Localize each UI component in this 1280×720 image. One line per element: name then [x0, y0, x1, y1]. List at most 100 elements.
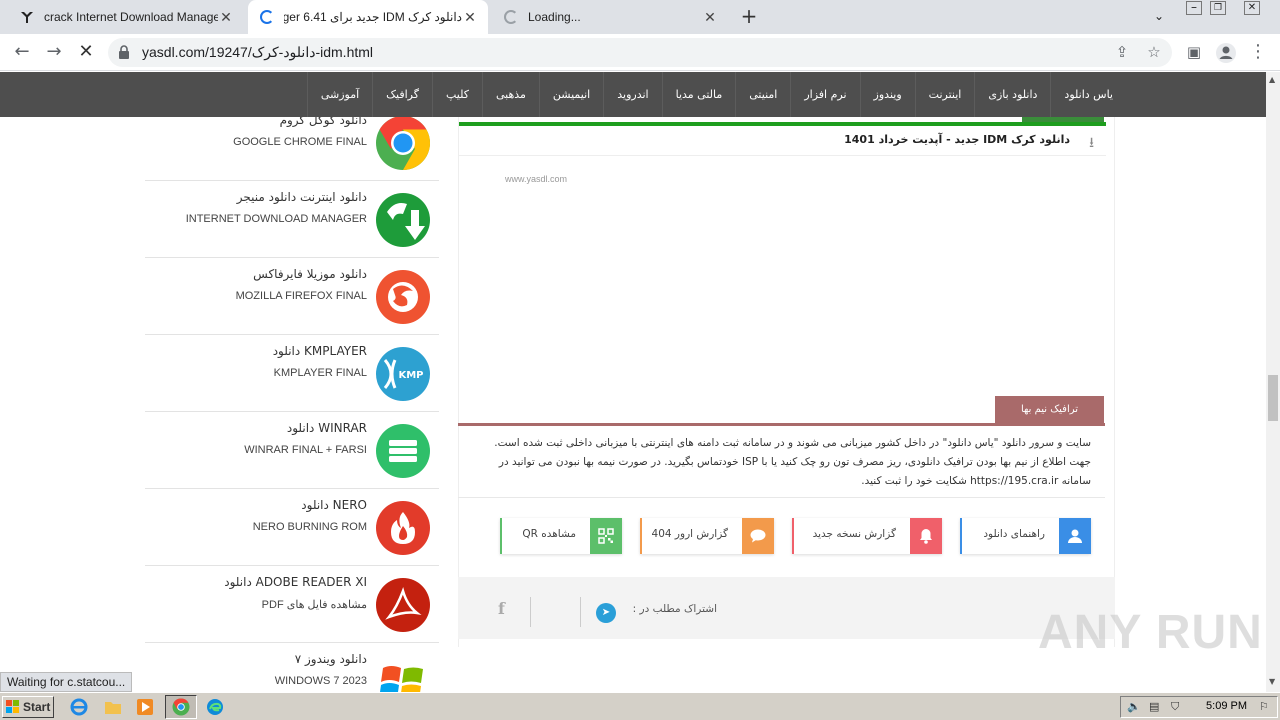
- profile-avatar-icon[interactable]: [1214, 41, 1238, 65]
- stop-loading-icon[interactable]: ✕: [74, 41, 98, 65]
- tab-crack-idm[interactable]: crack Internet Download Manager | ... ✕: [8, 0, 244, 34]
- loading-status-text: Waiting for c.statcou...: [0, 672, 133, 692]
- forward-arrow-icon[interactable]: →: [42, 41, 66, 65]
- nero-icon: [376, 501, 430, 555]
- nav-item-home[interactable]: یاس دانلود: [1050, 72, 1126, 117]
- close-tab-icon[interactable]: ✕: [218, 9, 234, 26]
- nav-item-android[interactable]: اندروید: [603, 72, 661, 117]
- action-label: گزارش نسخه جدید: [812, 528, 896, 540]
- internet-explorer-icon[interactable]: [68, 697, 90, 717]
- tab-title: Loading...: [528, 10, 581, 24]
- url-text: yasdl.com/19247/دانلود-کرک-idm.html: [142, 44, 374, 60]
- edge-icon[interactable]: [204, 697, 226, 717]
- nav-item-clips[interactable]: کلیپ: [431, 72, 482, 117]
- nav-item-graphics[interactable]: گرافیک: [372, 72, 432, 117]
- system-tray: 🔈 ▤ ⛉ 5:09 PM ⚐: [1120, 696, 1278, 718]
- volume-icon[interactable]: 🔈: [1127, 700, 1141, 713]
- sidebar-item-subtitle: KMPLAYER FINAL: [273, 367, 367, 379]
- action-center-flag-icon[interactable]: ⚐: [1259, 700, 1269, 713]
- side-panel-icon[interactable]: ▣: [1182, 41, 1206, 65]
- sidebar-item-firefox[interactable]: دانلود موزیلا فایرفاکس MOZILLA FIREFOX F…: [145, 258, 439, 335]
- close-tab-icon[interactable]: ✕: [462, 9, 478, 26]
- page-scrollbar[interactable]: ▲ ▼: [1266, 72, 1280, 692]
- report-404-button[interactable]: گزارش ارور 404: [640, 518, 774, 554]
- menu-kebab-icon[interactable]: ⋮: [1246, 41, 1270, 65]
- action-label: گزارش ارور 404: [651, 528, 728, 540]
- new-tab-button[interactable]: +: [738, 6, 760, 28]
- share-separator: [530, 597, 531, 627]
- user-icon: [1059, 518, 1091, 554]
- sidebar-item-subtitle: MOZILLA FIREFOX FINAL: [235, 290, 367, 302]
- share-bar: اشتراک مطلب در : ➤ f: [458, 577, 1115, 639]
- download-link-row[interactable]: ⭳ دانلود کرک IDM جدید - آپدیت خرداد 1401: [459, 126, 1106, 156]
- download-icon: ⭳: [1089, 135, 1094, 151]
- windows-taskbar: Start 🔈 ▤ ⛉ 5:09 PM ⚐: [0, 692, 1280, 720]
- view-qr-button[interactable]: مشاهده QR: [500, 518, 622, 554]
- facebook-icon[interactable]: f: [498, 599, 505, 618]
- media-player-icon[interactable]: [134, 697, 156, 717]
- chrome-icon: [376, 115, 431, 170]
- close-window-button[interactable]: ✕: [1244, 1, 1260, 15]
- web-page: دانلود گوگل کروم GOOGLE CHROME FINAL دان…: [0, 72, 1266, 692]
- sidebar-item-subtitle: WINRAR FINAL + FARSI: [244, 444, 367, 456]
- share-icon[interactable]: ⇪: [1112, 43, 1132, 63]
- nav-item-animation[interactable]: انیمیشن: [538, 72, 603, 117]
- traffic-info-text: سایت و سرور دانلود "یاس دانلود" در داخل …: [458, 426, 1105, 498]
- minimize-window-button[interactable]: –: [1186, 1, 1202, 15]
- tab-title: دانلود کرک IDM جدید برای nager 6.41: [284, 10, 462, 24]
- back-arrow-icon[interactable]: ←: [10, 41, 34, 65]
- kmplayer-icon: KMP: [376, 347, 430, 401]
- qr-icon: [590, 518, 622, 554]
- start-button[interactable]: Start: [2, 696, 54, 718]
- bookmark-star-icon[interactable]: ☆: [1144, 43, 1164, 63]
- nav-item-security[interactable]: امنیتی: [735, 72, 790, 117]
- nav-item-religious[interactable]: مذهبی: [481, 72, 539, 117]
- traffic-section-tab: ترافیک نیم بها: [995, 396, 1104, 424]
- loading-spinner-icon: [502, 8, 520, 26]
- start-label: Start: [23, 700, 51, 714]
- sidebar-item-title: دانلود ویندوز ۷: [294, 652, 367, 666]
- share-label: اشتراک مطلب در :: [632, 603, 717, 615]
- sidebar-item-subtitle: WINDOWS 7 2023: [274, 675, 367, 687]
- close-tab-icon[interactable]: ✕: [702, 9, 718, 26]
- sidebar-popular-list: دانلود گوگل کروم GOOGLE CHROME FINAL دان…: [145, 104, 439, 692]
- security-shield-icon[interactable]: ⛉: [1171, 700, 1179, 714]
- tab-idm-download[interactable]: دانلود کرک IDM جدید برای nager 6.41 ✕: [248, 0, 488, 34]
- sidebar-item-title: NERO دانلود: [301, 498, 367, 512]
- sidebar-item-nero[interactable]: NERO دانلود NERO BURNING ROM: [145, 489, 439, 566]
- sidebar-item-winrar[interactable]: WINRAR دانلود WINRAR FINAL + FARSI: [145, 412, 439, 489]
- download-link-text[interactable]: دانلود کرک IDM جدید - آپدیت خرداد 1401: [844, 133, 1070, 146]
- action-label: راهنمای دانلود: [983, 528, 1045, 540]
- sidebar-item-adobe-reader[interactable]: ADOBE READER XI دانلود مشاهده فایل های P…: [145, 566, 439, 643]
- tab-loading[interactable]: Loading... ✕: [492, 0, 728, 34]
- nav-item-software[interactable]: نرم افزار: [790, 72, 859, 117]
- address-bar[interactable]: yasdl.com/19247/دانلود-کرک-idm.html ⇪ ☆: [108, 38, 1172, 67]
- windows-flag-icon: [6, 700, 19, 713]
- report-new-version-button[interactable]: گزارش نسخه جدید: [792, 518, 942, 554]
- scroll-up-arrow-icon[interactable]: ▲: [1269, 75, 1275, 84]
- tab-search-icon[interactable]: ⌄: [1154, 9, 1164, 27]
- file-explorer-icon[interactable]: [102, 697, 124, 717]
- share-separator: [580, 597, 581, 627]
- restore-window-button[interactable]: ❐: [1210, 1, 1226, 15]
- sidebar-item-idm[interactable]: دانلود اینترنت دانلود منیجر INTERNET DOW…: [145, 181, 439, 258]
- sidebar-item-kmplayer[interactable]: KMP KMPLAYER دانلود KMPLAYER FINAL: [145, 335, 439, 412]
- telegram-icon[interactable]: ➤: [596, 603, 616, 623]
- nav-item-games[interactable]: دانلود بازی: [974, 72, 1050, 117]
- network-icon[interactable]: ▤: [1149, 700, 1159, 713]
- download-guide-button[interactable]: راهنمای دانلود: [960, 518, 1091, 554]
- lock-icon: [119, 45, 129, 59]
- scroll-down-arrow-icon[interactable]: ▼: [1269, 677, 1275, 686]
- nav-item-tutorials[interactable]: آموزشی: [306, 72, 372, 117]
- nav-item-windows[interactable]: ویندوز: [859, 72, 915, 117]
- sidebar-item-title: KMPLAYER دانلود: [272, 344, 367, 358]
- scrollbar-thumb[interactable]: [1268, 375, 1278, 421]
- nav-item-internet[interactable]: اینترنت: [914, 72, 975, 117]
- svg-text:KMP: KMP: [398, 370, 423, 381]
- windows-icon: [380, 666, 423, 692]
- nav-item-multimedia[interactable]: مالتی مدیا: [661, 72, 736, 117]
- sidebar-item-windows-7[interactable]: دانلود ویندوز ۷ WINDOWS 7 2023: [145, 643, 439, 692]
- sidebar-item-subtitle: NERO BURNING ROM: [252, 521, 367, 533]
- sidebar-item-title: دانلود موزیلا فایرفاکس: [253, 267, 367, 281]
- browser-toolbar: ← → ✕ yasdl.com/19247/دانلود-کرک-idm.htm…: [0, 34, 1280, 71]
